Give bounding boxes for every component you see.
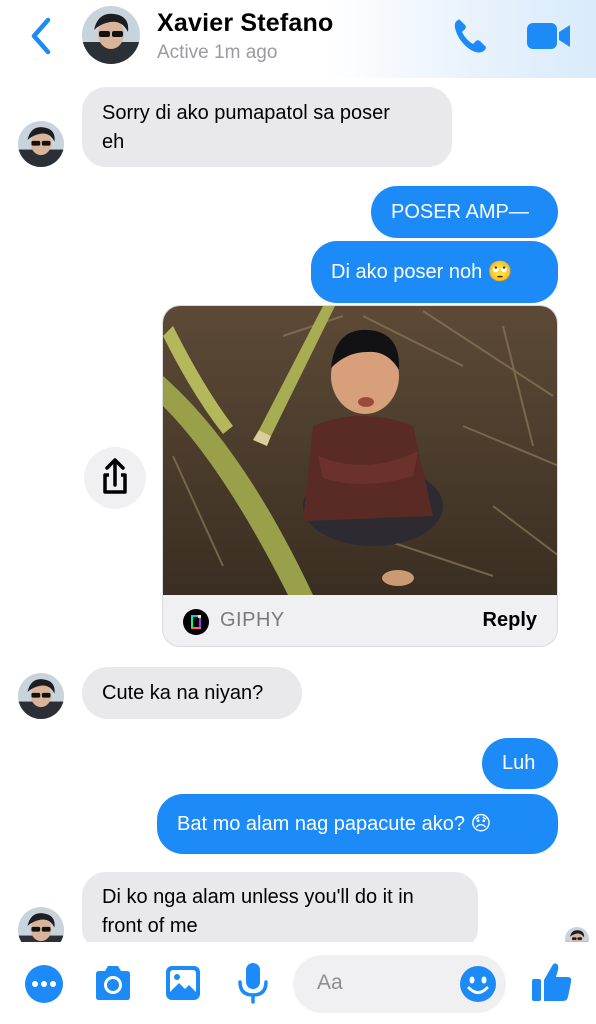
message-input-placeholder: Aa bbox=[317, 971, 343, 994]
message-text: Sorry di ako pumapatol sa poser bbox=[102, 102, 390, 124]
active-status: Active 1m ago bbox=[157, 42, 278, 63]
share-icon bbox=[103, 458, 127, 494]
thumbs-up-icon[interactable] bbox=[530, 960, 574, 1009]
giphy-source-label: GIPHY bbox=[220, 609, 285, 631]
gif-reply-button[interactable]: Reply bbox=[483, 609, 537, 632]
message-text: eh bbox=[102, 131, 125, 153]
message-input[interactable]: Aa bbox=[293, 955, 506, 1013]
phone-icon[interactable] bbox=[450, 16, 492, 56]
message-bubble-sent[interactable]: Luh bbox=[482, 738, 558, 789]
gif-image[interactable] bbox=[163, 306, 557, 595]
emoji-icon[interactable] bbox=[458, 964, 498, 1004]
video-camera-icon[interactable] bbox=[526, 20, 572, 52]
contact-name[interactable]: Xavier Stefano bbox=[157, 9, 333, 38]
gif-message[interactable]: GIPHY Reply bbox=[162, 305, 558, 647]
message-text: front of me bbox=[102, 915, 198, 937]
conversation-header: Xavier Stefano Active 1m ago bbox=[0, 0, 596, 78]
camera-icon[interactable] bbox=[92, 964, 134, 1007]
share-button[interactable] bbox=[84, 447, 146, 509]
contact-avatar[interactable] bbox=[18, 121, 64, 167]
gif-footer: GIPHY Reply bbox=[163, 595, 557, 646]
more-dots-icon[interactable] bbox=[24, 964, 64, 1009]
message-bubble-received[interactable]: Di ko nga alam unless you'll do it in fr… bbox=[82, 872, 478, 952]
back-chevron-icon[interactable] bbox=[26, 14, 56, 58]
message-bubble-received[interactable]: Cute ka na niyan? bbox=[82, 667, 302, 719]
message-bubble-sent[interactable]: Bat mo alam nag papacute ako? 😞 bbox=[157, 794, 558, 854]
message-text: Di ko nga alam unless you'll do it in bbox=[102, 886, 414, 908]
message-bubble-received[interactable]: Sorry di ako pumapatol sa poser eh bbox=[82, 87, 452, 167]
message-bubble-sent[interactable]: Di ako poser noh 🙄 bbox=[311, 241, 558, 303]
gallery-icon[interactable] bbox=[164, 964, 202, 1007]
contact-avatar[interactable] bbox=[18, 673, 64, 719]
microphone-icon[interactable] bbox=[236, 962, 270, 1009]
composer-toolbar: Aa bbox=[0, 942, 596, 1024]
contact-avatar[interactable] bbox=[82, 6, 140, 64]
giphy-logo-icon bbox=[183, 609, 209, 635]
message-bubble-sent[interactable]: POSER AMP— bbox=[371, 186, 558, 238]
